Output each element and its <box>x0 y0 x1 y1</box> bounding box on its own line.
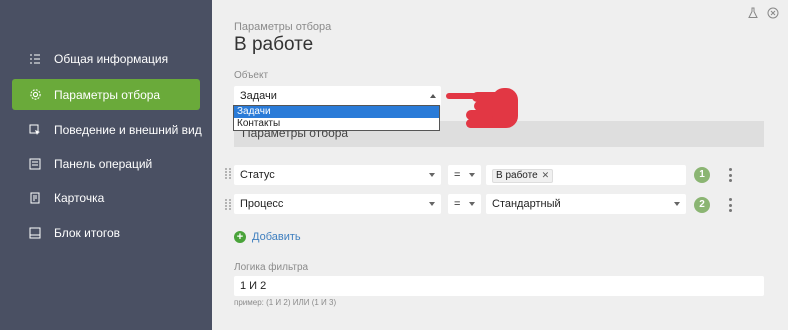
operator-select[interactable]: = <box>448 194 481 214</box>
dropdown-option-tasks[interactable]: Задачи <box>234 106 439 118</box>
filter-value: Стандартный <box>492 198 561 210</box>
window-controls <box>746 6 780 20</box>
filter-logic-input[interactable]: 1 И 2 <box>234 276 764 296</box>
object-select-value: Задачи <box>240 90 277 102</box>
sidebar-item-label: Общая информация <box>54 51 169 66</box>
more-options-icon[interactable] <box>728 168 732 182</box>
object-dropdown-list[interactable]: Задачи Контакты <box>233 105 440 131</box>
caret-up-icon <box>430 94 436 98</box>
filter-logic-value: 1 И 2 <box>240 280 267 292</box>
filter-field-select[interactable]: Процесс <box>234 194 441 214</box>
filter-logic-label: Логика фильтра <box>234 262 309 273</box>
add-condition-button[interactable]: + Добавить <box>234 231 301 243</box>
chevron-down-icon <box>429 173 435 177</box>
add-label: Добавить <box>252 231 301 243</box>
operator-select[interactable]: = <box>448 165 481 185</box>
sidebar-item-card[interactable]: Карточка <box>12 182 228 213</box>
object-select[interactable]: Задачи <box>234 86 441 106</box>
row-number-badge: 2 <box>694 197 710 213</box>
main-panel: Параметры отбора В работе Объект Задачи … <box>212 0 788 330</box>
operator-value: = <box>454 169 461 181</box>
sidebar-item-filter-params[interactable]: Параметры отбора <box>12 79 200 110</box>
list-icon <box>28 52 42 66</box>
filter-value-input[interactable]: В работе ✕ <box>486 165 686 185</box>
summary-icon <box>28 226 42 240</box>
plus-icon: + <box>234 231 246 243</box>
row-number-badge: 1 <box>694 167 710 183</box>
sidebar-item-behavior[interactable]: Поведение и внешний вид <box>12 114 228 145</box>
filter-value-select[interactable]: Стандартный <box>486 194 686 214</box>
more-options-icon[interactable] <box>728 198 732 212</box>
close-icon[interactable] <box>766 6 780 20</box>
panel-icon <box>28 157 42 171</box>
chevron-down-icon <box>469 173 475 177</box>
object-label: Объект <box>234 70 269 81</box>
pointing-hand-icon <box>446 80 522 137</box>
sidebar: Общая информация Параметры отбора Поведе… <box>0 0 212 330</box>
drag-handle-icon[interactable] <box>225 199 231 210</box>
value-tag-label: В работе <box>496 170 538 181</box>
dropdown-option-contacts[interactable]: Контакты <box>234 118 439 130</box>
operator-value: = <box>454 198 461 210</box>
sidebar-item-label: Карточка <box>54 190 105 205</box>
filter-logic-hint: пример: (1 И 2) ИЛИ (1 И 3) <box>234 298 337 307</box>
sidebar-item-label: Панель операций <box>54 156 153 171</box>
flask-icon[interactable] <box>746 6 760 20</box>
sidebar-item-operations-panel[interactable]: Панель операций <box>12 148 228 179</box>
chevron-down-icon <box>674 202 680 206</box>
filter-field-value: Процесс <box>240 198 284 210</box>
filter-field-value: Статус <box>240 169 275 181</box>
cursor-icon <box>28 123 42 137</box>
page-subtitle: Параметры отбора <box>234 21 332 33</box>
sidebar-item-label: Параметры отбора <box>54 87 161 102</box>
gear-icon <box>28 88 42 102</box>
sidebar-item-general-info[interactable]: Общая информация <box>12 43 228 74</box>
filter-field-select[interactable]: Статус <box>234 165 441 185</box>
chevron-down-icon <box>429 202 435 206</box>
sidebar-item-summary-block[interactable]: Блок итогов <box>12 217 228 248</box>
drag-handle-icon[interactable] <box>225 168 231 179</box>
sidebar-item-label: Блок итогов <box>54 225 121 240</box>
chevron-down-icon <box>469 202 475 206</box>
value-tag: В работе ✕ <box>492 168 554 183</box>
remove-tag-icon[interactable]: ✕ <box>542 170 550 181</box>
page-title: В работе <box>234 34 314 55</box>
sidebar-item-label: Поведение и внешний вид <box>54 122 202 137</box>
card-icon <box>28 191 42 205</box>
